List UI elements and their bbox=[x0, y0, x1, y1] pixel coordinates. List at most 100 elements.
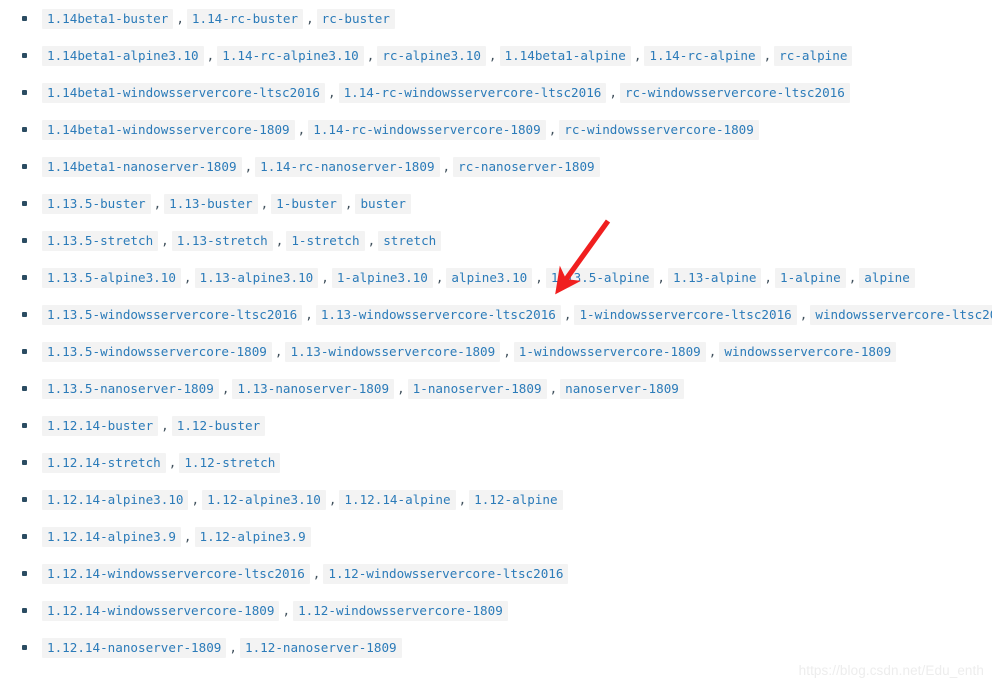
tag-chip[interactable]: 1.12.14-nanoserver-1809 bbox=[42, 637, 227, 658]
bullet-icon bbox=[22, 201, 27, 206]
tag-chip[interactable]: 1-alpine bbox=[775, 267, 846, 288]
tag-separator: , bbox=[397, 381, 405, 396]
tag-chip[interactable]: 1.13-alpine bbox=[668, 267, 762, 288]
tag-chip[interactable]: rc-windowsservercore-ltsc2016 bbox=[619, 82, 850, 103]
tag-row: 1.12.14-buster, 1.12-buster bbox=[0, 407, 992, 444]
tag-chip[interactable]: 1.12-windowsservercore-ltsc2016 bbox=[323, 563, 569, 584]
tag-separator: , bbox=[312, 566, 321, 581]
tag-chip[interactable]: 1.14-rc-alpine3.10 bbox=[217, 45, 364, 66]
tag-chip[interactable]: 1.13.5-nanoserver-1809 bbox=[42, 378, 219, 399]
tag-separator: , bbox=[435, 270, 444, 285]
tag-chip[interactable]: windowsservercore-ltsc2016 bbox=[810, 304, 992, 325]
tag-chip[interactable]: 1.14beta1-nanoserver-1809 bbox=[42, 156, 242, 177]
tag-row: 1.12.14-alpine3.9, 1.12-alpine3.9 bbox=[0, 518, 992, 555]
tag-chip[interactable]: 1.13.5-windowsservercore-1809 bbox=[42, 341, 272, 362]
bullet-icon bbox=[22, 275, 27, 280]
tag-separator: , bbox=[306, 11, 314, 26]
tag-separator: , bbox=[503, 344, 511, 359]
tag-separator: , bbox=[848, 270, 857, 285]
tag-separator: , bbox=[221, 381, 230, 396]
tag-separator: , bbox=[260, 196, 269, 211]
tag-chip[interactable]: 1.14beta1-windowsservercore-ltsc2016 bbox=[42, 82, 325, 103]
bullet-icon bbox=[22, 127, 27, 132]
tag-chip[interactable]: 1.12-alpine3.9 bbox=[194, 526, 311, 547]
bullet-icon bbox=[22, 16, 27, 21]
tag-chip[interactable]: rc-windowsservercore-1809 bbox=[559, 119, 759, 140]
bullet-icon bbox=[22, 164, 27, 169]
tag-separator: , bbox=[282, 603, 291, 618]
tag-chip[interactable]: 1.12-stretch bbox=[179, 452, 281, 473]
tag-chip[interactable]: 1.14beta1-windowsservercore-1809 bbox=[42, 119, 295, 140]
tag-chip[interactable]: 1.13.5-stretch bbox=[42, 230, 159, 251]
tag-chip[interactable]: 1.12.14-alpine3.10 bbox=[42, 489, 189, 510]
tag-chip[interactable]: 1.12.14-stretch bbox=[42, 452, 166, 473]
tag-row: 1.14beta1-buster, 1.14-rc-buster, rc-buste… bbox=[0, 0, 992, 37]
tag-chip[interactable]: nanoserver-1809 bbox=[560, 378, 684, 399]
tag-separator: , bbox=[274, 344, 283, 359]
bullet-icon bbox=[22, 534, 27, 539]
tag-chip[interactable]: alpine3.10 bbox=[446, 267, 533, 288]
tag-chip[interactable]: 1.13.5-alpine3.10 bbox=[42, 267, 181, 288]
tag-chip[interactable]: 1.14beta1-alpine bbox=[499, 45, 631, 66]
tag-chip[interactable]: 1.14beta1-alpine3.10 bbox=[42, 45, 204, 66]
tag-chip[interactable]: 1.12.14-windowsservercore-1809 bbox=[42, 600, 280, 621]
tag-chip[interactable]: 1.13-buster bbox=[164, 193, 258, 214]
tag-chip[interactable]: 1.13-nanoserver-1809 bbox=[232, 378, 395, 399]
tag-chip[interactable]: 1-windowsservercore-ltsc2016 bbox=[574, 304, 797, 325]
tag-chip[interactable]: 1.12-windowsservercore-1809 bbox=[293, 600, 508, 621]
tag-separator: , bbox=[344, 196, 353, 211]
tag-separator: , bbox=[327, 85, 336, 100]
tag-chip[interactable]: 1.14-rc-buster bbox=[186, 8, 304, 29]
tag-chip[interactable]: 1.13.5-windowsservercore-ltsc2016 bbox=[42, 304, 303, 325]
tag-chip[interactable]: windowsservercore-1809 bbox=[719, 341, 897, 362]
tag-chip[interactable]: 1.12.14-alpine bbox=[339, 489, 456, 510]
tag-row: 1.12.14-nanoserver-1809, 1.12-nanoserver-… bbox=[0, 629, 992, 666]
tag-chip[interactable]: alpine bbox=[859, 267, 915, 288]
tag-chip[interactable]: 1.14-rc-nanoserver-1809 bbox=[255, 156, 440, 177]
tag-chip[interactable]: 1-windowsservercore-1809 bbox=[513, 341, 706, 362]
tag-chip[interactable]: 1.13-stretch bbox=[171, 230, 273, 251]
tag-row: 1.13.5-alpine3.10, 1.13-alpine3.10, 1-alpi… bbox=[0, 259, 992, 296]
tag-chip[interactable]: 1.13-windowsservercore-1809 bbox=[285, 341, 501, 362]
tag-row: 1.12.14-alpine3.10, 1.12-alpine3.10, 1.12.… bbox=[0, 481, 992, 518]
bullet-icon bbox=[22, 571, 27, 576]
tag-separator: , bbox=[563, 307, 572, 322]
tag-chip[interactable]: 1.12-alpine3.10 bbox=[202, 489, 326, 510]
tag-chip[interactable]: 1.13.5-buster bbox=[42, 193, 151, 214]
tag-chip[interactable]: 1.14beta1-buster bbox=[42, 8, 174, 29]
tag-chip[interactable]: stretch bbox=[378, 230, 442, 251]
tag-chip[interactable]: 1-nanoserver-1809 bbox=[407, 378, 547, 399]
tag-separator: , bbox=[657, 270, 666, 285]
tag-chip[interactable]: 1-alpine3.10 bbox=[331, 267, 433, 288]
tag-chip[interactable]: 1.12.14-buster bbox=[42, 415, 159, 436]
tag-chip[interactable]: 1.13-windowsservercore-ltsc2016 bbox=[315, 304, 561, 325]
tag-separator: , bbox=[535, 270, 543, 285]
tag-row: 1.12.14-windowsservercore-ltsc2016, 1.12-… bbox=[0, 555, 992, 592]
tag-separator: , bbox=[305, 307, 313, 322]
tag-chip[interactable]: 1.13.5-alpine bbox=[545, 267, 655, 288]
tag-chip[interactable]: rc-alpine3.10 bbox=[377, 45, 486, 66]
tag-chip[interactable]: 1.14-rc-windowsservercore-1809 bbox=[308, 119, 546, 140]
tag-chip[interactable]: 1-buster bbox=[271, 193, 342, 214]
tag-chip[interactable]: 1.14-rc-windowsservercore-ltsc2016 bbox=[338, 82, 607, 103]
tag-chip[interactable]: 1.12-buster bbox=[171, 415, 266, 436]
tag-chip[interactable]: rc-buster bbox=[316, 8, 395, 29]
tag-row: 1.14beta1-windowsservercore-1809, 1.14-rc… bbox=[0, 111, 992, 148]
tag-chip[interactable]: rc-nanoserver-1809 bbox=[453, 156, 600, 177]
tag-chip[interactable]: 1.14-rc-alpine bbox=[644, 45, 761, 66]
bullet-icon bbox=[22, 497, 27, 502]
tag-separator: , bbox=[488, 48, 497, 63]
tag-chip[interactable]: rc-alpine bbox=[774, 45, 853, 66]
bullet-icon bbox=[22, 608, 27, 613]
tag-chip[interactable]: 1.12-alpine bbox=[469, 489, 563, 510]
tag-chip[interactable]: 1.12-nanoserver-1809 bbox=[239, 637, 402, 658]
tag-separator: , bbox=[229, 640, 237, 655]
tag-chip[interactable]: 1.13-alpine3.10 bbox=[194, 267, 319, 288]
tag-chip[interactable]: 1.12.14-windowsservercore-ltsc2016 bbox=[42, 563, 310, 584]
bullet-icon bbox=[22, 312, 27, 317]
bullet-icon bbox=[22, 90, 27, 95]
tag-chip[interactable]: 1-stretch bbox=[286, 230, 365, 251]
tag-chip[interactable]: buster bbox=[355, 193, 411, 214]
tag-chip[interactable]: 1.12.14-alpine3.9 bbox=[42, 526, 181, 547]
tag-row: 1.13.5-windowsservercore-ltsc2016, 1.13-w… bbox=[0, 296, 992, 333]
